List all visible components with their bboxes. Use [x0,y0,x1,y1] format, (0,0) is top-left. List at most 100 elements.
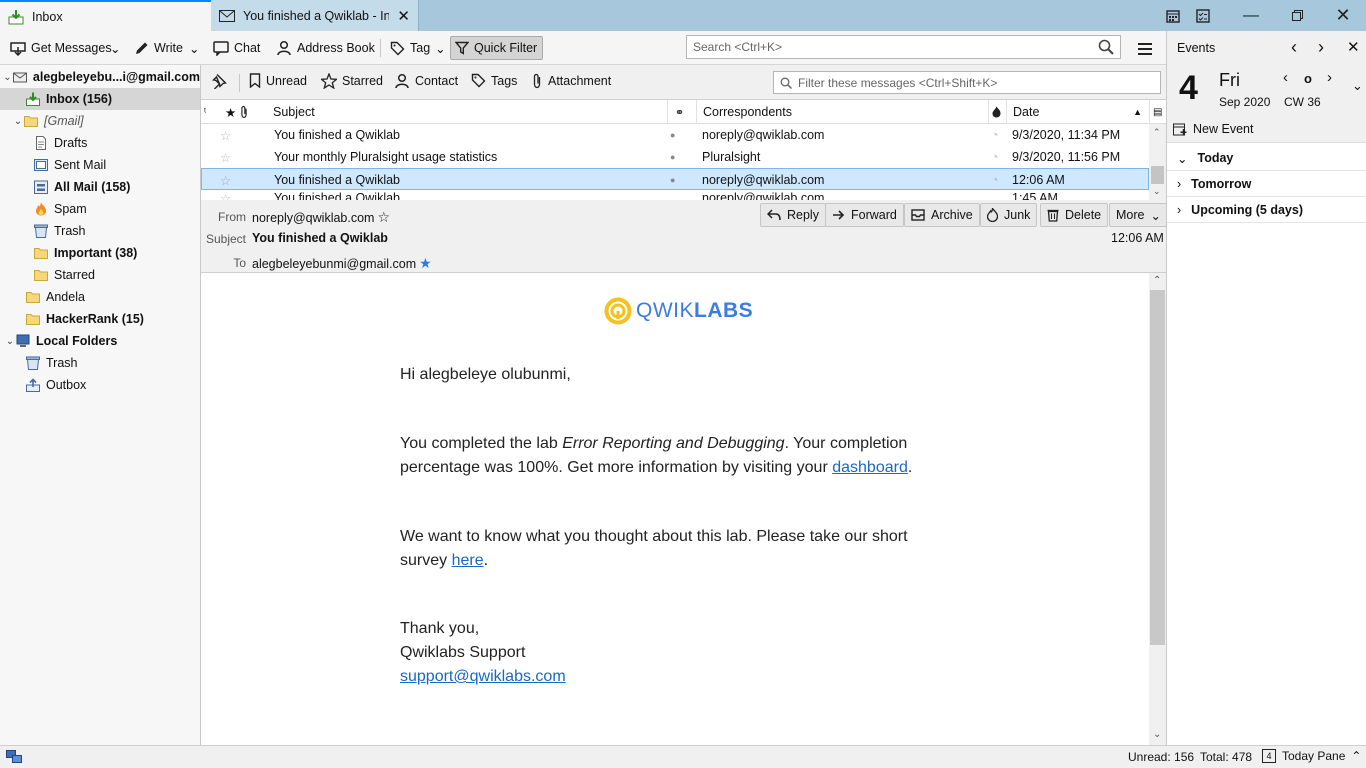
folder-drafts[interactable]: Drafts [0,132,200,154]
tab-inbox[interactable]: Inbox [0,0,211,31]
thread-row[interactable]: ☆ Your monthly Pluralsight usage statist… [201,146,1149,168]
close-icon[interactable]: ✕ [397,7,410,25]
folder-important[interactable]: Important (38) [0,242,200,264]
column-picker[interactable]: ▤ [1149,100,1166,124]
read-dot-icon[interactable]: ● [670,146,675,168]
message-scrollbar[interactable]: ⌃ ⌄ [1149,273,1166,745]
starred-filter[interactable]: Starred [321,73,383,89]
folder-spam[interactable]: Spam [0,198,200,220]
thread-scrollbar[interactable]: ⌃ ⌄ [1149,124,1166,200]
new-event-button[interactable]: New Event [1167,115,1366,143]
tab-message[interactable]: You finished a Qwiklab - Inb ✕ [211,0,419,31]
thread-column-picker[interactable]: ᵗ [201,100,219,124]
read-dot-icon[interactable]: ● [670,169,675,191]
contact-filter[interactable]: Contact [394,73,458,89]
more-button[interactable]: More ⌄ [1109,203,1168,227]
scroll-down-icon[interactable]: ⌄ [1153,729,1161,740]
folder-local-folders[interactable]: ⌄ Local Folders [0,330,200,352]
chevron-down-icon[interactable]: ⌄ [12,116,24,127]
chevron-right-icon[interactable]: › [1327,69,1332,86]
scroll-down-icon[interactable]: ⌄ [1153,186,1161,197]
attachment-column[interactable] [237,100,255,124]
section-upcoming[interactable]: › Upcoming (5 days) [1167,198,1366,223]
section-today[interactable]: ⌄ Today [1167,146,1366,171]
today-circle-icon[interactable]: o [1304,71,1312,86]
chevron-down-icon[interactable]: ⌄ [1352,78,1363,94]
delete-button[interactable]: Delete [1040,203,1109,227]
star-outline-icon[interactable]: ☆ [220,169,231,191]
folder-local-trash[interactable]: Trash [0,352,200,374]
chevron-right-icon[interactable]: › [1318,37,1324,58]
star-column[interactable]: ★ [219,100,237,124]
thread-row[interactable]: ☆ You finished a Qwiklab ● noreply@qwikl… [201,124,1149,146]
folder-trash[interactable]: Trash [0,220,200,242]
search-input[interactable]: Search <Ctrl+K> [686,35,1121,59]
correspondents-column-header[interactable]: Correspondents [696,100,988,124]
chevron-down-icon[interactable]: ⌄ [4,336,16,347]
folder-account[interactable]: ⌄ alegbeleyebu...i@gmail.com [0,66,200,88]
section-tomorrow[interactable]: › Tomorrow [1167,172,1366,197]
star-outline-icon[interactable]: ☆ [220,124,231,146]
forward-button[interactable]: Forward [825,203,904,227]
folder-gmail[interactable]: ⌄ [Gmail] [0,110,200,132]
quick-filter-button[interactable]: Quick Filter [450,36,543,60]
folder-andela[interactable]: Andela [0,286,200,308]
tag-button[interactable]: Tag ⌄ [386,36,450,60]
filter-messages-input[interactable]: Filter these messages <Ctrl+Shift+K> [773,71,1161,94]
scroll-up-icon[interactable]: ⌃ [1153,127,1161,138]
attachment-filter[interactable]: Attachment [531,73,611,89]
sticky-filter-button[interactable] [211,73,227,89]
restore-icon[interactable] [1274,0,1320,31]
address-book-button[interactable]: Address Book [272,36,379,60]
from-value[interactable]: noreply@qwiklab.com ☆ [252,209,390,226]
star-outline-icon[interactable]: ☆ [377,209,390,226]
unread-filter[interactable]: Unread [249,73,307,88]
chat-button[interactable]: Chat [209,36,264,60]
dashboard-link[interactable]: dashboard [832,459,908,476]
app-menu-button[interactable] [1134,37,1156,61]
tasks-icon[interactable] [1180,0,1226,31]
folder-sent[interactable]: Sent Mail [0,154,200,176]
minimize-icon[interactable]: — [1228,0,1274,31]
archive-button[interactable]: Archive [904,203,980,227]
write-button[interactable]: Write [130,36,187,60]
thread-row[interactable]: ☆ You finished a Qwiklab noreply@qwiklab… [201,190,1149,200]
survey-link[interactable]: here [452,552,484,569]
folder-inbox[interactable]: Inbox (156) [0,88,200,110]
star-filled-icon[interactable]: ★ [419,255,432,272]
chevron-left-icon[interactable]: ‹ [1283,69,1288,86]
junk-status-icon[interactable]: ◔ [991,124,999,146]
tab-label: Inbox [32,9,63,24]
support-email-link[interactable]: support@qwiklabs.com [400,665,566,689]
tags-filter[interactable]: Tags [471,73,517,88]
today-pane-toggle[interactable]: 4 Today Pane ⌃ [1262,749,1361,763]
chevron-left-icon[interactable]: ‹ [1291,37,1297,58]
write-dropdown[interactable]: ⌄ [185,36,203,60]
junk-column[interactable] [988,100,1006,124]
get-messages-button[interactable]: Get Messages [6,36,116,60]
junk-status-icon[interactable]: ◔ [991,146,999,168]
to-value[interactable]: alegbeleyebunmi@gmail.com ★ [252,255,432,272]
date-column-header[interactable]: Date ▲ [1006,100,1148,124]
read-column[interactable]: ⚭ [667,100,691,124]
scroll-thumb[interactable] [1151,166,1164,184]
thread-row-selected[interactable]: ☆ You finished a Qwiklab ● noreply@qwikl… [201,168,1149,190]
scroll-up-icon[interactable]: ⌃ [1153,275,1161,286]
folder-hackerrank[interactable]: HackerRank (15) [0,308,200,330]
folder-all-mail[interactable]: All Mail (158) [0,176,200,198]
reply-button[interactable]: Reply [760,203,826,227]
online-status-icon[interactable] [6,750,22,764]
scroll-thumb[interactable] [1150,290,1165,645]
get-messages-dropdown[interactable]: ⌄ [106,36,124,60]
read-dot-icon[interactable]: ● [670,124,675,146]
subject-column-header[interactable]: Subject [267,100,667,124]
junk-button[interactable]: Junk [980,203,1038,227]
junk-status-icon[interactable]: ◔ [991,169,999,191]
folder-outbox[interactable]: Outbox [0,374,200,396]
folder-starred[interactable]: Starred [0,264,200,286]
chevron-down-icon[interactable]: ⌄ [2,72,13,83]
close-window-icon[interactable]: ✕ [1320,0,1366,31]
star-outline-icon[interactable]: ☆ [220,190,231,201]
star-outline-icon[interactable]: ☆ [220,146,231,168]
close-icon[interactable]: ✕ [1347,38,1360,56]
